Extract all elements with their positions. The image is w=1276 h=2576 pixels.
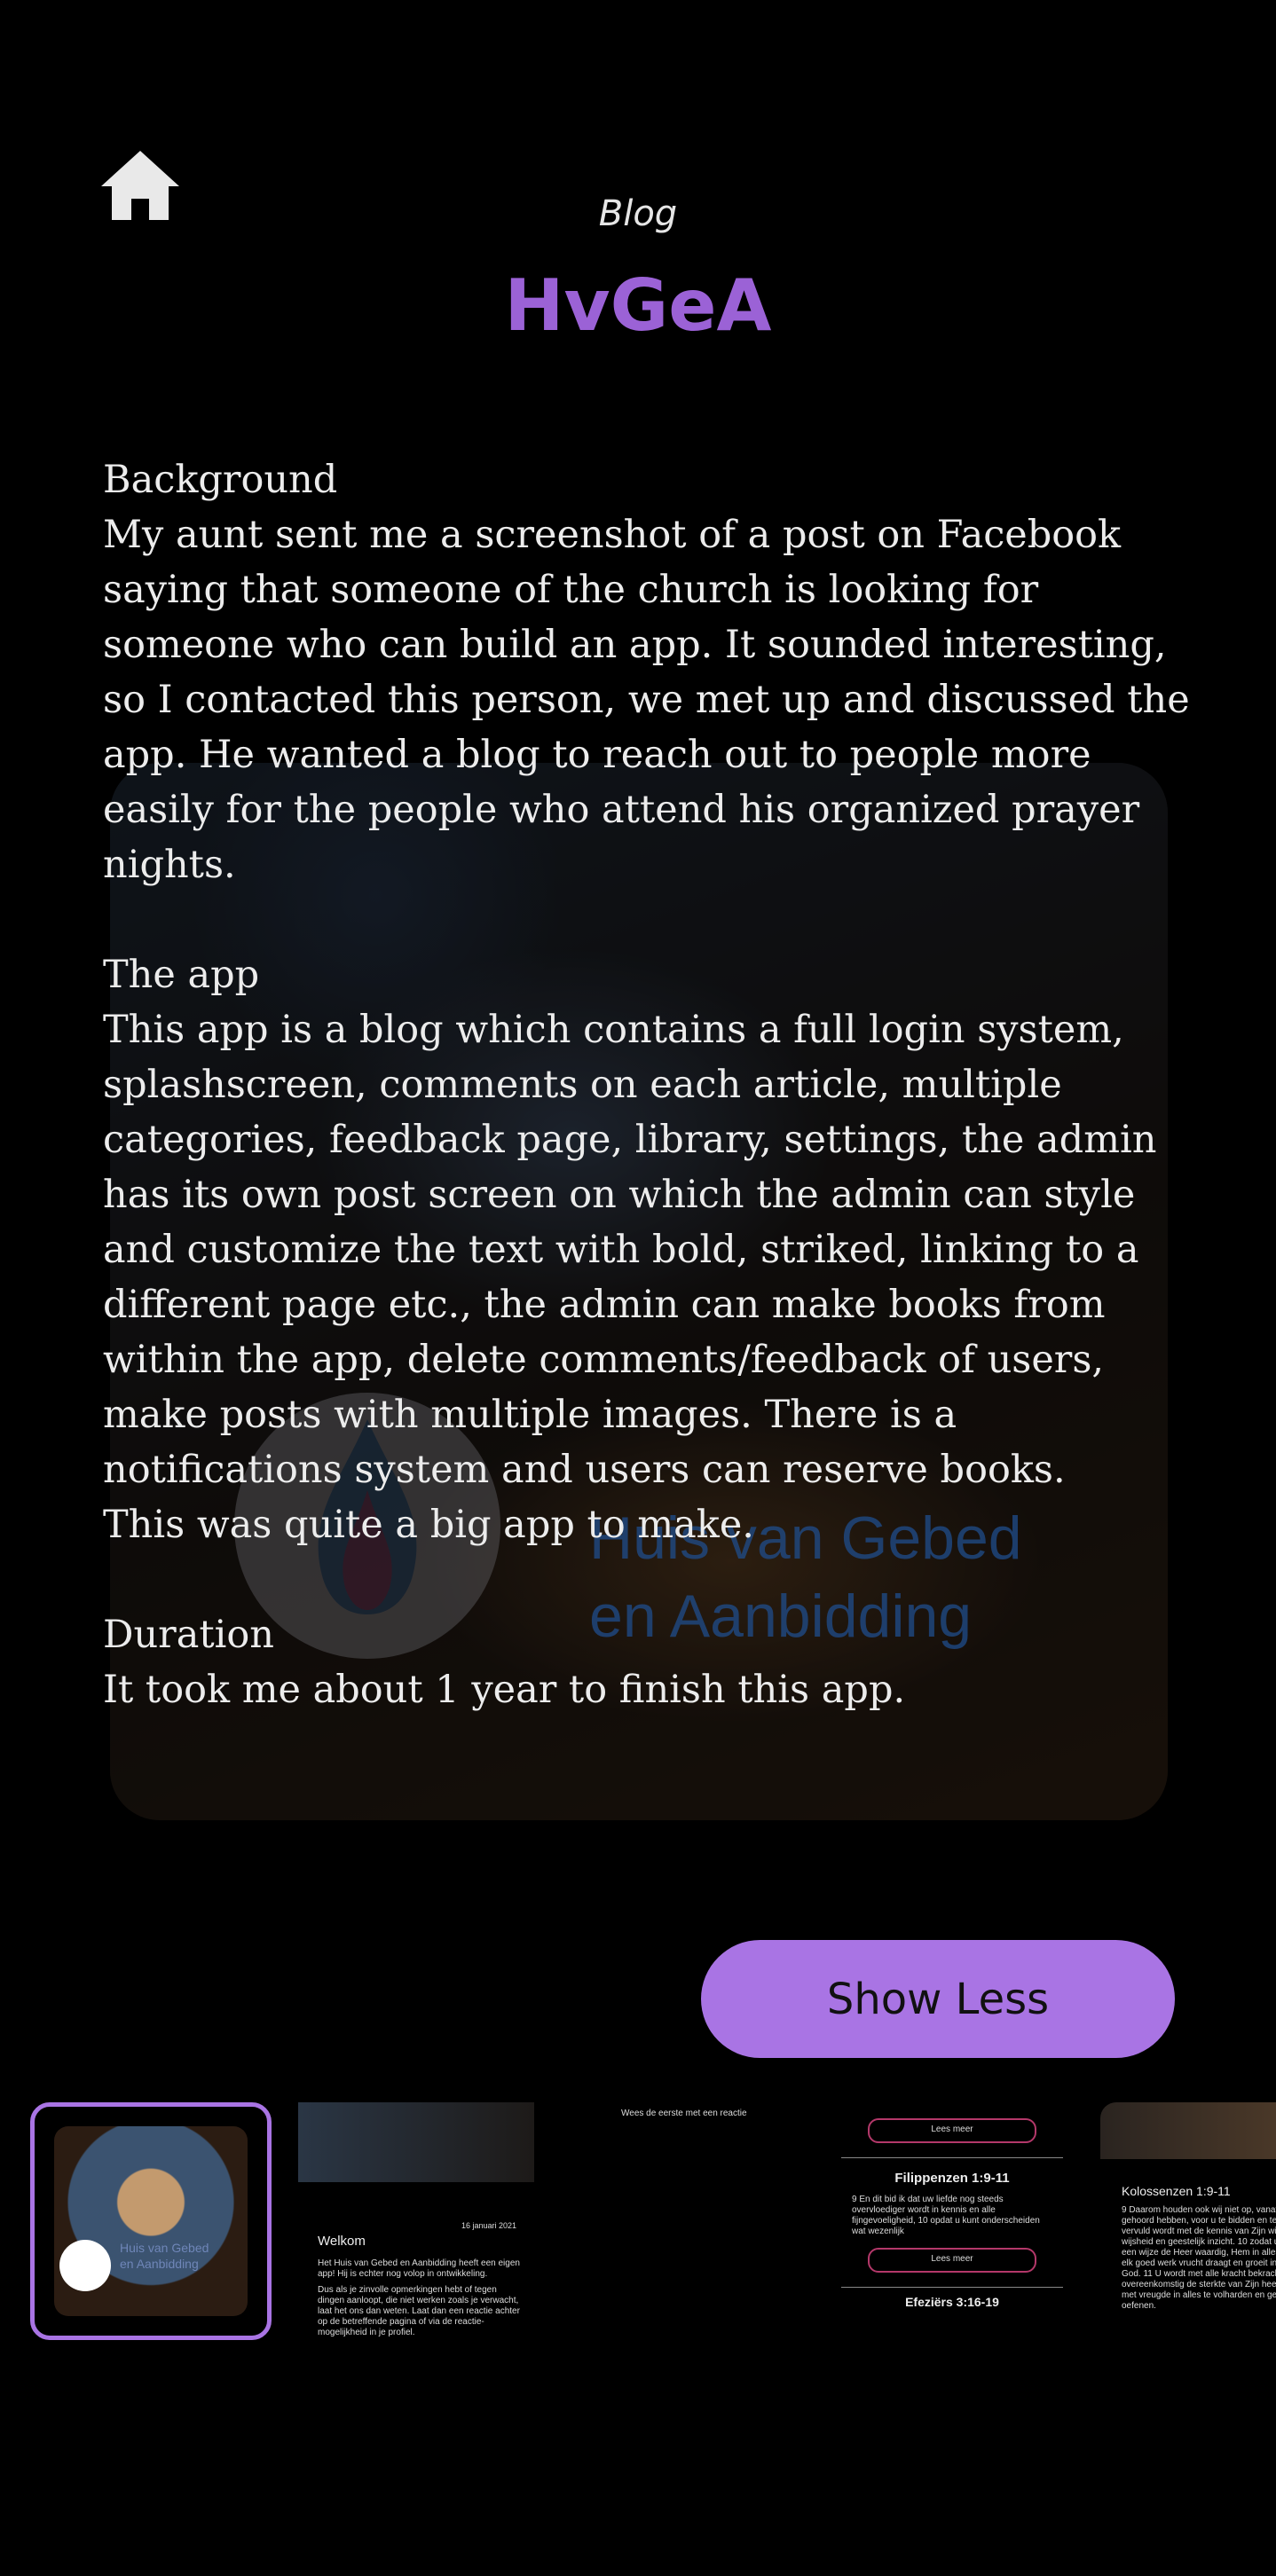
page-subtitle: Blog [598, 193, 678, 234]
thumbnail-1-selected[interactable]: Huis van Gebed en Aanbidding [30, 2102, 272, 2340]
thumbnail-hero-image [1100, 2102, 1276, 2159]
verse-title: Efeziërs 3:16-19 [905, 2295, 999, 2309]
post-title: Welkom [318, 2234, 366, 2249]
post-paragraph: Het Huis van Gebed en Aanbidding heeft e… [318, 2258, 520, 2279]
thumbnail-5[interactable]: Kolossenzen 1:9-11 9 Daarom houden ook w… [1100, 2102, 1276, 2340]
page-title: HvGeA [504, 264, 772, 347]
section-body: It took me about 1 year to finish this a… [103, 1668, 906, 1712]
show-less-button[interactable]: Show Less [701, 1940, 1175, 2058]
section-heading: The app [103, 953, 260, 997]
thumbnail-hero-image [298, 2102, 534, 2182]
verse-text: 9 Daarom houden ook wij niet op, vanaf d… [1122, 2205, 1276, 2311]
thumbnail-4[interactable]: Lees meer Filippenzen 1:9-11 9 En dit bi… [841, 2102, 1063, 2340]
thumbnail-brand-text: Huis van Gebed en Aanbidding [120, 2241, 209, 2271]
comments-empty-text: Wees de eerste met een reactie [621, 2109, 747, 2118]
section-body: My aunt sent me a screenshot of a post o… [103, 513, 1190, 887]
church-logo-icon [59, 2240, 111, 2291]
section-heading: Background [103, 458, 338, 502]
section-heading: Duration [103, 1613, 274, 1657]
project-description: Background My aunt sent me a screenshot … [103, 452, 1194, 1717]
post-date: 16 januari 2021 [461, 2221, 516, 2230]
verse-title: Filippenzen 1:9-11 [894, 2171, 1010, 2186]
screenshot-carousel: Huis van Gebed en Aanbidding 16 januari … [0, 2102, 1276, 2351]
section-body: This app is a blog which contains a full… [103, 1008, 1157, 1547]
verse-text: 9 En dit bid ik dat uw liefde nog steeds… [852, 2195, 1040, 2236]
thumbnail-2[interactable]: 16 januari 2021 Welkom Het Huis van Gebe… [298, 2102, 534, 2340]
thumbnail-3[interactable]: Wees de eerste met een reactie [621, 2102, 763, 2340]
read-more-button: Lees meer [868, 2118, 1036, 2143]
read-more-button: Lees meer [868, 2248, 1036, 2273]
verse-title: Kolossenzen 1:9-11 [1122, 2184, 1231, 2198]
post-paragraph: Dus als je zinvolle opmerkingen hebt of … [318, 2285, 520, 2337]
